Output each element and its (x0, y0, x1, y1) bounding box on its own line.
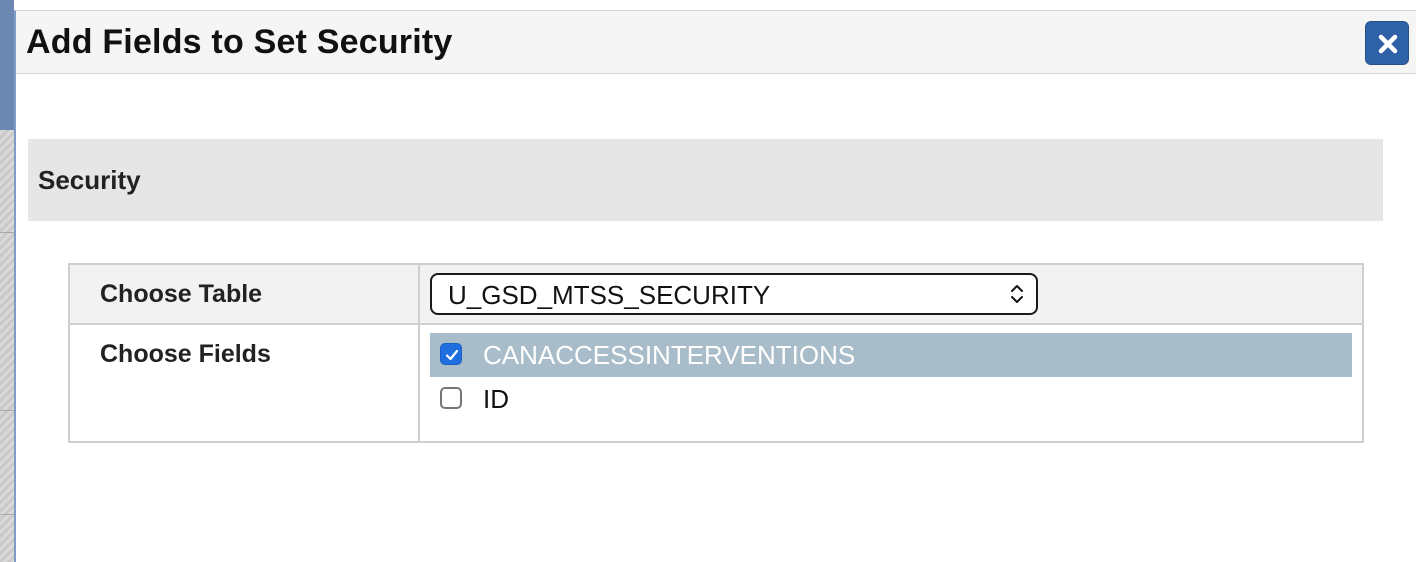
choose-fields-row: Choose Fields CANACCESSINTERVENTIONS ID (70, 325, 1362, 441)
field-option-canaccessinterventions[interactable]: CANACCESSINTERVENTIONS (430, 333, 1352, 377)
field-option-id[interactable]: ID (430, 377, 1352, 421)
dialog-titlebar: Add Fields to Set Security (16, 11, 1416, 74)
background-divider (0, 232, 14, 233)
field-option-label: ID (483, 384, 509, 414)
section-title: Security (38, 165, 141, 195)
choose-table-row: Choose Table U_GSD_MTSS_SECURITY (70, 265, 1362, 325)
column-divider (418, 265, 420, 441)
choose-fields-label: Choose Fields (100, 340, 271, 368)
background-blue-bar (0, 0, 14, 130)
background-divider (0, 514, 14, 515)
close-button[interactable] (1365, 21, 1409, 65)
field-option-label: CANACCESSINTERVENTIONS (483, 340, 856, 370)
background-divider (0, 410, 14, 411)
add-fields-dialog: Add Fields to Set Security Security Choo… (14, 10, 1416, 562)
close-icon (1378, 34, 1398, 54)
field-checkbox-unchecked[interactable] (440, 387, 462, 409)
background-page-strip (0, 0, 14, 562)
dialog-title: Add Fields to Set Security (26, 23, 453, 61)
table-select-value: U_GSD_MTSS_SECURITY (448, 280, 771, 310)
table-select[interactable]: U_GSD_MTSS_SECURITY (430, 273, 1038, 315)
field-checkbox-checked[interactable] (440, 343, 462, 365)
security-form-table: Choose Table U_GSD_MTSS_SECURITY Choose … (68, 263, 1364, 443)
checkmark-icon (445, 349, 459, 361)
choose-table-label: Choose Table (100, 280, 263, 308)
updown-chevron-icon (1011, 285, 1023, 303)
security-section-header: Security (28, 139, 1383, 221)
